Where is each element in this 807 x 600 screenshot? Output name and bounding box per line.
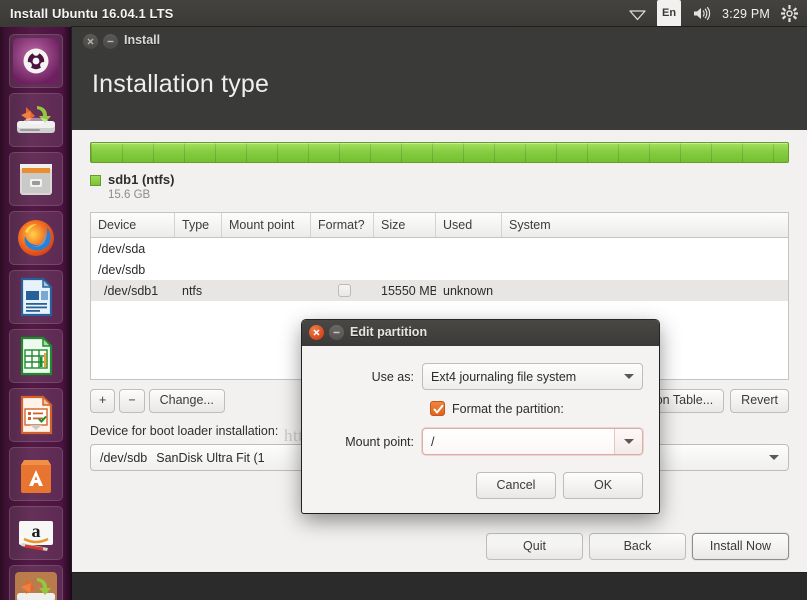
cell-device: /dev/sda [98, 241, 146, 256]
format-partition-label: Format the partition: [452, 401, 564, 416]
legend-partition-name: sdb1 (ntfs) [108, 172, 175, 187]
edit-partition-dialog: Edit partition Use as: Ext4 journaling f… [302, 320, 659, 513]
minimize-icon[interactable] [103, 34, 118, 49]
presentation-icon [20, 395, 53, 435]
column-header-size[interactable]: Size [374, 213, 436, 237]
launcher-item-install-ubuntu[interactable] [8, 93, 63, 147]
launcher-item-libreoffice-calc[interactable] [8, 329, 63, 383]
ubuntu-logo-icon [12, 38, 59, 84]
launcher-item-amazon[interactable]: a [8, 506, 63, 560]
wifi-icon[interactable] [629, 0, 646, 27]
unity-launcher: a [0, 27, 72, 600]
amazon-icon: a [18, 521, 53, 551]
cell-format[interactable] [311, 284, 374, 297]
keyboard-layout-indicator[interactable]: En [656, 0, 682, 27]
mount-point-dropdown-button[interactable] [614, 429, 642, 454]
launcher-item-install-ubuntu-running[interactable] [8, 565, 63, 600]
quit-button[interactable]: Quit [486, 533, 583, 560]
launcher-item-libreoffice-impress[interactable] [8, 388, 63, 442]
top-panel: Install Ubuntu 16.04.1 LTS En 3:29 PM [0, 0, 807, 27]
window-header: Install Installation type [72, 27, 807, 130]
chevron-down-icon [769, 455, 779, 460]
use-as-value: Ext4 journaling file system [431, 369, 577, 384]
add-partition-button[interactable]: + [90, 389, 116, 413]
mount-point-combobox[interactable]: / [422, 428, 643, 455]
column-header-device[interactable]: Device [91, 213, 175, 237]
spreadsheet-icon [20, 336, 53, 376]
launcher-item-ubuntu-dash[interactable] [8, 34, 63, 88]
cell-size: 15550 MB [381, 283, 436, 298]
chevron-down-icon [624, 374, 634, 379]
format-partition-row[interactable]: Format the partition: [422, 401, 643, 416]
format-partition-checkbox[interactable] [430, 401, 445, 416]
dialog-title: Edit partition [350, 325, 428, 339]
bootloader-device: /dev/sdb [100, 450, 148, 465]
cell-device: /dev/sdb [98, 262, 146, 277]
partition-legend: sdb1 (ntfs) 15.6 GB [90, 172, 789, 202]
launcher-item-files[interactable] [8, 152, 63, 206]
column-header-used[interactable]: Used [436, 213, 502, 237]
table-header-row: Device Type Mount point Format? Size Use… [91, 213, 788, 238]
legend-partition-size: 15.6 GB [108, 189, 151, 201]
firefox-icon [17, 220, 54, 256]
back-button[interactable]: Back [589, 533, 686, 560]
minimize-icon[interactable] [329, 325, 344, 340]
document-icon [20, 277, 53, 317]
wizard-footer: Quit Back Install Now [486, 533, 789, 560]
launcher-item-libreoffice-writer[interactable] [8, 270, 63, 324]
mount-point-value: / [431, 434, 435, 449]
partition-usage-bar [90, 142, 789, 163]
cell-type: ntfs [182, 283, 203, 298]
partition-toolbar-left: + − Change... [90, 389, 225, 413]
window-controls [83, 34, 118, 49]
install-disk-icon [14, 572, 57, 600]
dialog-window-controls [309, 325, 344, 340]
close-icon[interactable] [309, 325, 324, 340]
install-now-button[interactable]: Install Now [692, 533, 789, 560]
mount-point-label: Mount point: [345, 434, 414, 449]
table-row[interactable]: /dev/sdb [91, 259, 788, 280]
bootloader-description: SanDisk Ultra Fit (1 [156, 450, 265, 465]
table-row[interactable]: /dev/sdb1 ntfs 15550 MB unknown [91, 280, 788, 301]
clock[interactable]: 3:29 PM [722, 0, 770, 27]
panel-title: Install Ubuntu 16.04.1 LTS [10, 6, 174, 21]
revert-button[interactable]: Revert [730, 389, 789, 413]
use-as-select[interactable]: Ext4 journaling file system [422, 363, 643, 390]
column-header-type[interactable]: Type [175, 213, 222, 237]
launcher-item-ubuntu-software[interactable] [8, 447, 63, 501]
desktop: Install Ubuntu 16.04.1 LTS En 3:29 PM a … [0, 0, 807, 600]
table-row[interactable]: /dev/sda [91, 238, 788, 259]
indicator-area: En 3:29 PM [629, 0, 798, 27]
legend-color-swatch [90, 175, 101, 186]
close-icon[interactable] [83, 34, 98, 49]
ok-button[interactable]: OK [563, 472, 643, 499]
svg-text:a: a [31, 521, 40, 541]
column-header-mount-point[interactable]: Mount point [222, 213, 311, 237]
use-as-label: Use as: [371, 369, 414, 384]
window-title: Install [124, 33, 161, 47]
launcher-item-firefox[interactable] [8, 211, 63, 265]
column-header-format[interactable]: Format? [311, 213, 374, 237]
file-cabinet-icon [19, 164, 52, 195]
chevron-down-icon [623, 439, 634, 444]
change-partition-button[interactable]: Change... [148, 389, 225, 413]
dialog-header: Edit partition [302, 320, 659, 346]
cell-used: unknown [443, 283, 494, 298]
dialog-footer: Cancel OK [302, 472, 659, 513]
install-disk-icon [16, 106, 55, 133]
software-center-icon [20, 460, 51, 493]
gear-icon[interactable] [781, 0, 798, 27]
cancel-button[interactable]: Cancel [476, 472, 556, 499]
page-title: Installation type [92, 70, 270, 98]
column-header-system[interactable]: System [502, 213, 788, 237]
use-as-row: Use as: Ext4 journaling file system [318, 363, 643, 390]
volume-icon[interactable] [692, 0, 711, 27]
mount-point-row: Mount point: / [318, 428, 643, 455]
dialog-body: Use as: Ext4 journaling file system Form… [302, 346, 659, 472]
remove-partition-button[interactable]: − [119, 389, 145, 413]
format-checkbox[interactable] [338, 284, 351, 297]
cell-device: /dev/sdb1 [104, 283, 159, 298]
